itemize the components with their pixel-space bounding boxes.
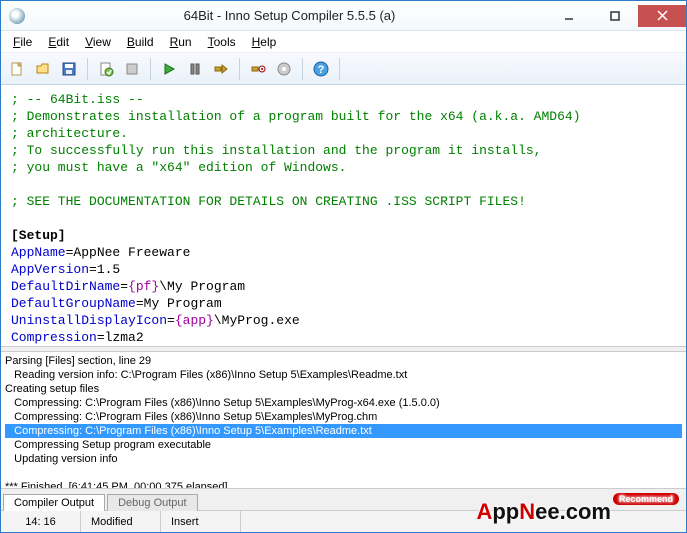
help-icon[interactable]: ? — [309, 57, 333, 81]
toolbar: ? — [1, 53, 686, 85]
target-icon[interactable] — [246, 57, 270, 81]
window-title: 64Bit - Inno Setup Compiler 5.5.5 (a) — [33, 8, 546, 23]
toolbar-separator — [239, 58, 240, 80]
status-modified: Modified — [81, 511, 161, 532]
menu-build[interactable]: Build — [119, 33, 162, 51]
svg-text:?: ? — [318, 64, 325, 76]
save-icon[interactable] — [57, 57, 81, 81]
menu-tools[interactable]: Tools — [200, 33, 244, 51]
menu-file[interactable]: File — [5, 33, 40, 51]
close-button[interactable] — [638, 5, 686, 27]
status-insert: Insert — [161, 511, 241, 532]
compile-icon[interactable] — [94, 57, 118, 81]
status-position: 14: 16 — [1, 511, 81, 532]
output-tabs: Compiler OutputDebug Output — [1, 488, 686, 510]
step-icon[interactable] — [209, 57, 233, 81]
code-editor[interactable]: ; -- 64Bit.iss -- ; Demonstrates install… — [1, 85, 686, 346]
output-pane[interactable]: Parsing [Files] section, line 29 Reading… — [1, 352, 686, 488]
tab-compiler-output[interactable]: Compiler Output — [3, 494, 105, 511]
open-icon[interactable] — [31, 57, 55, 81]
menu-run[interactable]: Run — [162, 33, 200, 51]
toolbar-separator — [339, 58, 340, 80]
toolbar-separator — [87, 58, 88, 80]
maximize-button[interactable] — [592, 5, 638, 27]
menu-edit[interactable]: Edit — [40, 33, 77, 51]
status-spacer — [241, 511, 686, 532]
menu-help[interactable]: Help — [244, 33, 285, 51]
stop-icon[interactable] — [120, 57, 144, 81]
new-icon[interactable] — [5, 57, 29, 81]
menu-view[interactable]: View — [77, 33, 119, 51]
menubar: FileEditViewBuildRunToolsHelp — [1, 31, 686, 53]
pause-icon[interactable] — [183, 57, 207, 81]
window-buttons — [546, 5, 686, 27]
toolbar-separator — [302, 58, 303, 80]
app-window: 64Bit - Inno Setup Compiler 5.5.5 (a) Fi… — [0, 0, 687, 533]
app-icon — [9, 8, 25, 24]
options-icon[interactable] — [272, 57, 296, 81]
statusbar: 14: 16 Modified Insert — [1, 510, 686, 532]
tab-debug-output[interactable]: Debug Output — [107, 494, 198, 511]
minimize-button[interactable] — [546, 5, 592, 27]
toolbar-separator — [150, 58, 151, 80]
titlebar: 64Bit - Inno Setup Compiler 5.5.5 (a) — [1, 1, 686, 31]
run-icon[interactable] — [157, 57, 181, 81]
